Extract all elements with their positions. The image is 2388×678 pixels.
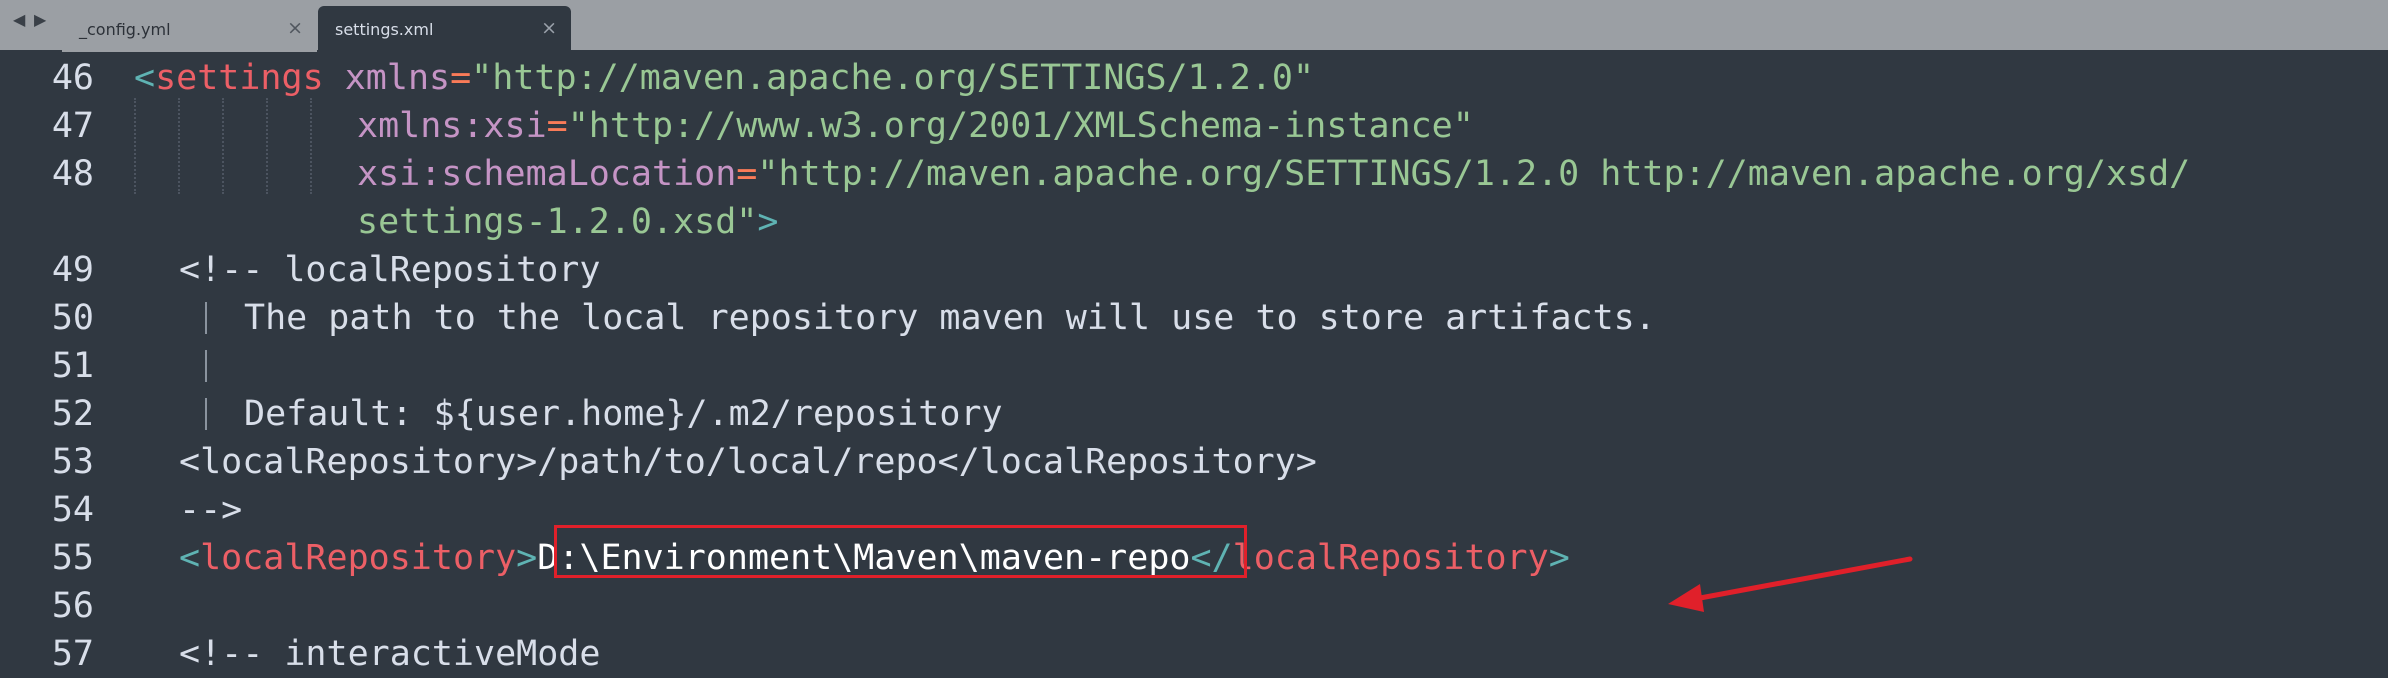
nav-forward-icon[interactable]: ▶ [34,12,46,28]
code-line-52: Default: ${user.home}/.m2/repository [244,394,1003,434]
code-line-46: <settings xmlns="http://maven.apache.org… [134,58,1315,98]
code-line-50: The path to the local repository maven w… [244,298,1656,338]
indent-guide [310,98,312,194]
comment-gutter-bar [205,350,207,382]
code-line-49: <!-- localRepository [179,250,601,290]
code-editor[interactable]: 46 47 48 49 50 51 52 53 54 55 56 57 <set… [0,54,2388,674]
code-line-47: xmlns:xsi="http://www.w3.org/2001/XMLSch… [357,106,1474,146]
indent-guide [178,98,180,194]
line-number: 48 [51,154,94,194]
line-number: 57 [51,634,94,674]
code-line-54: --> [179,490,243,530]
annotation-arrow-icon [1668,556,1913,612]
line-number: 46 [51,58,94,98]
line-number: 55 [51,538,94,578]
line-number: 54 [51,490,94,530]
comment-gutter-bar [205,398,207,430]
indent-guide [266,98,268,194]
code-line-57: <!-- interactiveMode [179,634,601,674]
indent-guide [222,98,224,194]
nav-back-icon[interactable]: ◀ [13,12,25,28]
close-icon[interactable]: × [287,17,303,39]
tab-label: settings.xml [335,20,434,39]
line-number: 49 [51,250,94,290]
line-number: 51 [51,346,94,386]
code-line-48: xsi:schemaLocation="http://maven.apache.… [357,154,2191,194]
line-number: 53 [51,442,94,482]
tab-settings-xml[interactable]: settings.xml × [318,6,571,52]
tab-label: _config.yml [79,20,171,39]
indent-guide [134,98,136,194]
line-number: 52 [51,394,94,434]
tab-config-yml[interactable]: _config.yml × [62,6,317,52]
code-line-53: <localRepository>/path/to/local/repo</lo… [179,442,1317,482]
comment-gutter-bar [205,302,207,334]
highlight-box [554,525,1247,578]
code-line-48-wrap: settings-1.2.0.xsd"> [357,202,779,242]
line-number: 56 [51,586,94,626]
close-icon[interactable]: × [541,17,557,39]
line-number: 47 [51,106,94,146]
line-number: 50 [51,298,94,338]
